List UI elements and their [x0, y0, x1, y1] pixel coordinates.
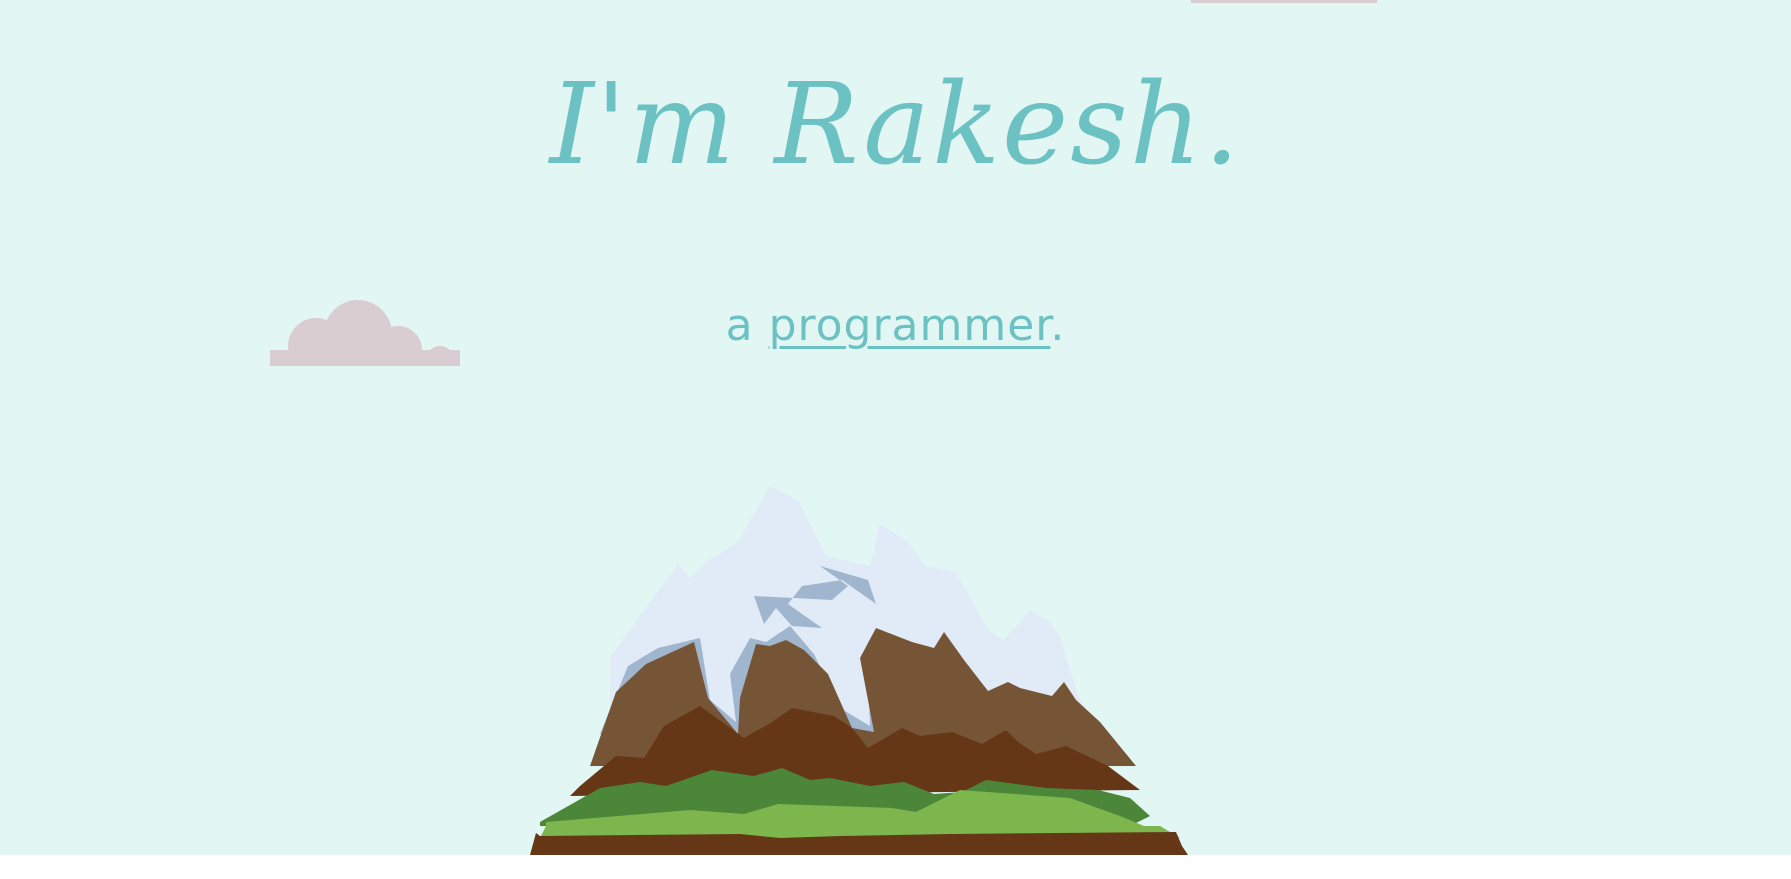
- page-title: I'm Rakesh.: [549, 60, 1242, 190]
- mountain-illustration: [530, 486, 1188, 855]
- tagline-suffix: .: [1050, 300, 1066, 351]
- hero-section: I'm Rakesh. a programmer.: [0, 0, 1791, 855]
- tagline: a programmer.: [0, 296, 1791, 356]
- role-link[interactable]: programmer: [769, 300, 1051, 351]
- top-scroll-indicator: [1191, 0, 1377, 3]
- cloud-illustration: [270, 300, 462, 368]
- tagline-prefix: a: [725, 300, 769, 351]
